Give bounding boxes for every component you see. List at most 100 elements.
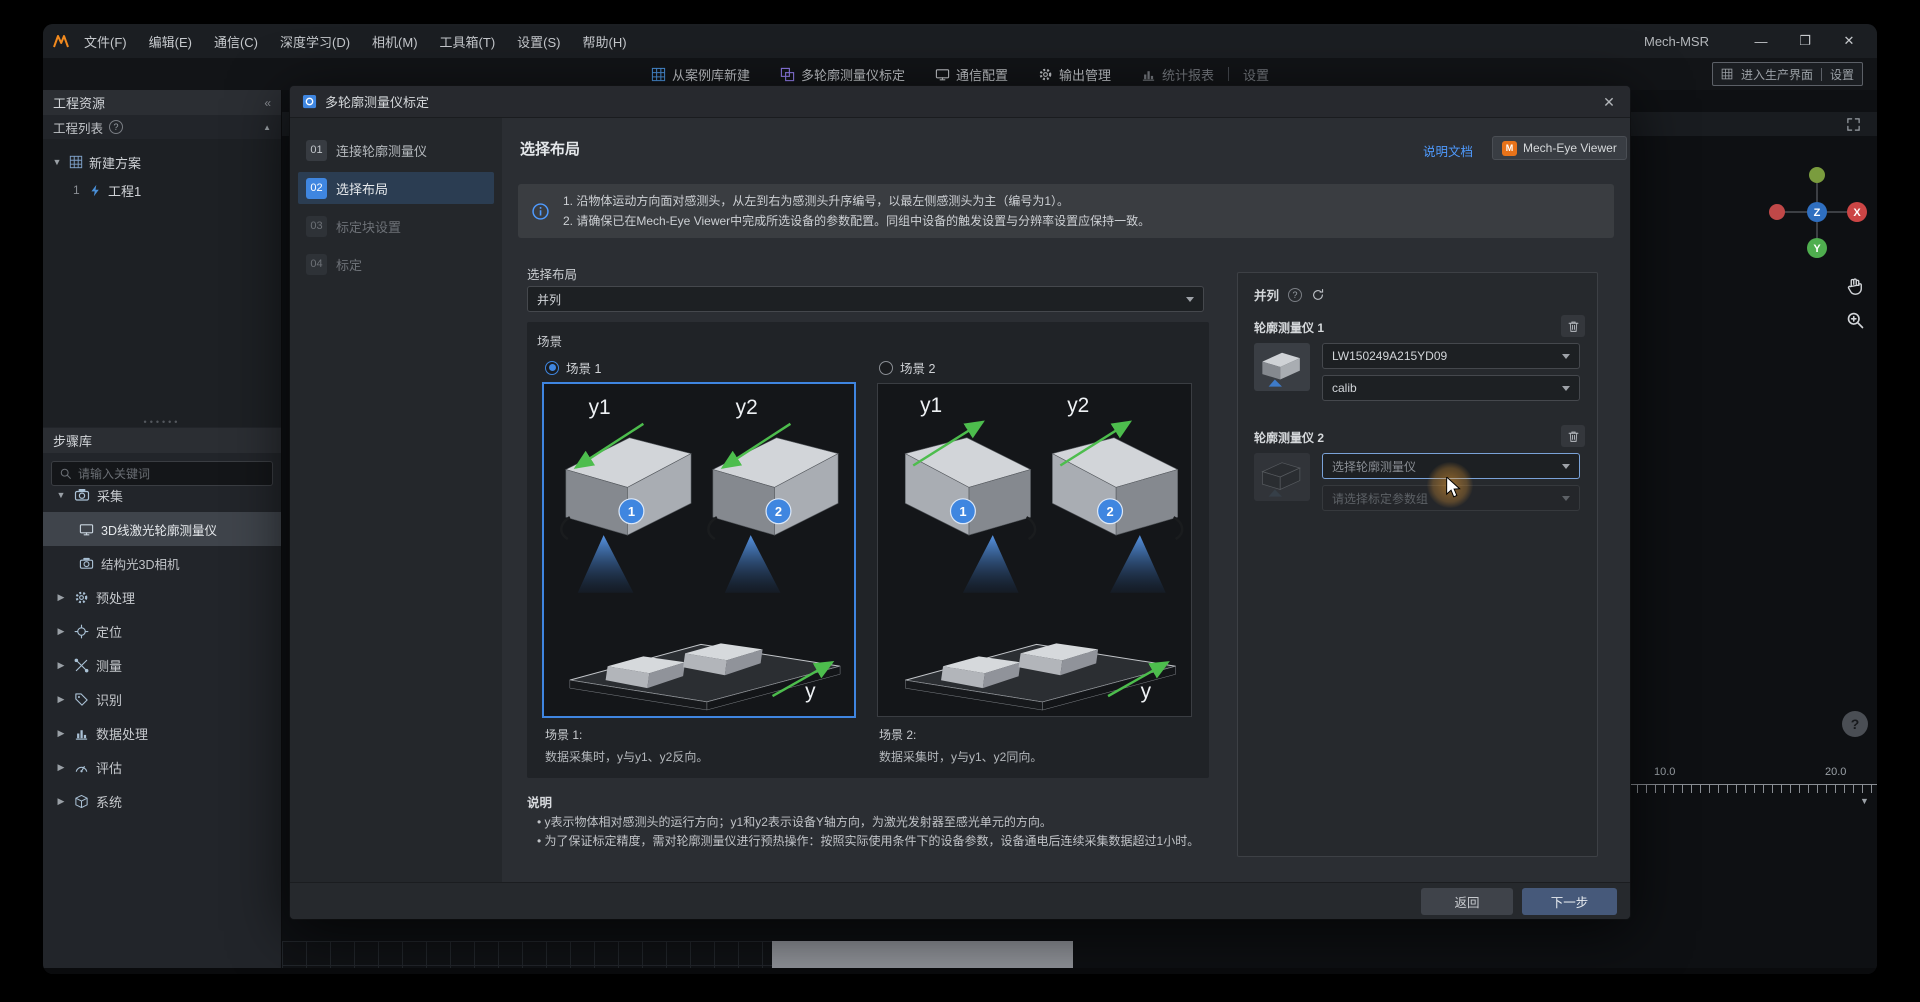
step-2-number: 02 [306, 178, 327, 199]
profiler-1-device-dropdown[interactable]: LW150249A215YD09 [1322, 343, 1580, 369]
step-2-layout[interactable]: 02 选择布局 [298, 172, 494, 204]
toolbar-comm-config[interactable]: 通信配置 [935, 65, 1008, 84]
collapse-section-icon[interactable]: ▲ [263, 123, 271, 132]
dialog-titlebar[interactable]: 多轮廓测量仪标定 ✕ [290, 86, 1630, 118]
toolbar-output-management[interactable]: 输出管理 [1038, 65, 1111, 84]
chevron-right-icon[interactable]: ▶ [55, 796, 67, 807]
menu-file[interactable]: 文件(F) [73, 24, 138, 58]
scene-2-diagram[interactable]: 1 2 y1 y2 y [877, 383, 1192, 717]
menu-edit[interactable]: 编辑(E) [138, 24, 203, 58]
radio-unselected-icon[interactable] [879, 361, 893, 375]
next-button[interactable]: 下一步 [1522, 888, 1617, 915]
info-banner: 1. 沿物体运动方向面对感测头，从左到右为感测头升序编号，以最左侧感测头为主（编… [518, 184, 1614, 238]
group-capture[interactable]: ▼ 采集 [43, 478, 281, 512]
chevron-right-icon[interactable]: ▶ [55, 660, 67, 671]
group-measure[interactable]: ▶ 测量 [43, 648, 281, 682]
zoom-icon[interactable] [1845, 310, 1865, 330]
step-structured-light-camera-label: 结构光3D相机 [101, 554, 179, 573]
chevron-right-icon[interactable]: ▶ [55, 626, 67, 637]
enter-production-box[interactable]: 进入生产界面 设置 [1712, 62, 1863, 86]
step-structured-light-camera[interactable]: 结构光3D相机 [43, 546, 281, 580]
chevron-down-icon [1562, 386, 1570, 391]
profiler-2-delete-button[interactable] [1561, 425, 1585, 447]
project-tree: ▼ 新建方案 1 工程1 [43, 139, 281, 427]
collapse-panel-icon[interactable]: « [264, 96, 271, 110]
group-recognize[interactable]: ▶ 识别 [43, 682, 281, 716]
y2-axis-label: y2 [1067, 394, 1089, 417]
mech-eye-viewer-button[interactable]: M Mech-Eye Viewer [1492, 136, 1627, 160]
scroll-down-icon[interactable]: ▼ [1860, 796, 1869, 806]
menu-settings[interactable]: 设置(S) [506, 24, 571, 58]
group-preprocess[interactable]: ▶ 预处理 [43, 580, 281, 614]
profiler-1-delete-button[interactable] [1561, 315, 1585, 337]
solution-node[interactable]: ▼ 新建方案 [51, 150, 141, 174]
scene-1-diagram[interactable]: 1 2 y1 y2 y [543, 383, 855, 717]
doc-link[interactable]: 说明文档 [1423, 141, 1473, 160]
back-button[interactable]: 返回 [1421, 888, 1513, 915]
help-button[interactable]: ? [1842, 711, 1868, 737]
note-line-2: 为了保证标定精度，需对轮廓测量仪进行预热操作：按照实际使用条件下的设备参数，设备… [537, 832, 1199, 849]
toolbar-stats-settings[interactable]: 设置 [1243, 65, 1269, 84]
project-list-row: 工程列表 ? ▲ [43, 115, 281, 139]
step-1-connect[interactable]: 01 连接轮廓测量仪 [298, 134, 494, 166]
fullscreen-icon[interactable] [1846, 117, 1861, 132]
group-system[interactable]: ▶ 系统 [43, 784, 281, 818]
chevron-right-icon[interactable]: ▶ [55, 592, 67, 603]
project-index: 1 [73, 183, 83, 197]
profiler-2-device-placeholder: 选择轮廓测量仪 [1332, 458, 1416, 475]
scene-section-label: 场景 [537, 331, 562, 350]
toolbar-multi-profiler-calib[interactable]: 多轮廓测量仪标定 [780, 65, 905, 84]
step-3d-laser-profiler-label: 3D线激光轮廓测量仪 [101, 520, 217, 539]
radio-selected-icon[interactable] [545, 361, 559, 375]
menu-help[interactable]: 帮助(H) [572, 24, 638, 58]
step-4-calibrate[interactable]: 04 标定 [298, 248, 494, 280]
help-icon[interactable]: ? [109, 120, 123, 134]
panel-resize-handle[interactable]: •••••• [43, 417, 281, 427]
group-mode-label: 并列 [1254, 285, 1279, 304]
chevron-down-icon [1562, 496, 1570, 501]
scene-1-radio-label: 场景 1 [566, 358, 601, 377]
solution-icon [69, 155, 83, 169]
app-title: Mech-MSR [1644, 34, 1709, 49]
viewport-object-strip [772, 941, 1073, 968]
toolbar-new-from-case[interactable]: 从案例库新建 [651, 65, 750, 84]
scene-1-illustration: 1 2 y1 y2 y [544, 384, 854, 716]
axis-gizmo[interactable]: Z X Y [1762, 158, 1872, 268]
scene-2-radio[interactable]: 场景 2 [879, 358, 935, 377]
scene-1-radio[interactable]: 场景 1 [545, 358, 601, 377]
chevron-right-icon[interactable]: ▶ [55, 694, 67, 705]
minimize-button[interactable]: — [1739, 24, 1783, 58]
group-evaluate[interactable]: ▶ 评估 [43, 750, 281, 784]
layout-select-dropdown[interactable]: 并列 [527, 286, 1204, 312]
chevron-down-icon[interactable]: ▼ [55, 490, 67, 500]
gear-icon [74, 590, 89, 605]
sensor-1-badge: 1 [959, 504, 966, 519]
pan-hand-icon[interactable] [1845, 276, 1865, 296]
profiler-1-param-dropdown[interactable]: calib [1322, 375, 1580, 401]
step-3-calib-block[interactable]: 03 标定块设置 [298, 210, 494, 242]
dialog-close-icon[interactable]: ✕ [1588, 86, 1630, 118]
close-button[interactable]: ✕ [1827, 24, 1871, 58]
menu-toolbox[interactable]: 工具箱(T) [429, 24, 507, 58]
toolbar-stats-report[interactable]: 统计报表 [1141, 65, 1214, 84]
scene-1-caption-title: 场景 1: [545, 726, 582, 743]
step-3d-laser-profiler[interactable]: 3D线激光轮廓测量仪 [43, 512, 281, 546]
menu-communication[interactable]: 通信(C) [203, 24, 269, 58]
toolbar-new-from-case-label: 从案例库新建 [672, 65, 750, 84]
chevron-down-icon[interactable]: ▼ [51, 157, 63, 167]
project-node[interactable]: 1 工程1 [73, 178, 141, 202]
layout-select-value: 并列 [537, 291, 561, 308]
group-data-processing[interactable]: ▶ 数据处理 [43, 716, 281, 750]
menu-camera[interactable]: 相机(M) [361, 24, 429, 58]
notes-title: 说明 [527, 792, 552, 811]
group-locate[interactable]: ▶ 定位 [43, 614, 281, 648]
chevron-right-icon[interactable]: ▶ [55, 762, 67, 773]
chevron-right-icon[interactable]: ▶ [55, 728, 67, 739]
help-icon[interactable]: ? [1288, 288, 1302, 302]
refresh-icon[interactable] [1311, 288, 1325, 302]
menu-deep-learning[interactable]: 深度学习(D) [269, 24, 361, 58]
measure-icon [74, 658, 89, 673]
restore-button[interactable]: ❐ [1783, 24, 1827, 58]
note-line-1: y表示物体相对感测头的运行方向；y1和y2表示设备Y轴方向，为激光发射器至感光单… [537, 813, 1052, 830]
production-icon [1721, 68, 1733, 80]
